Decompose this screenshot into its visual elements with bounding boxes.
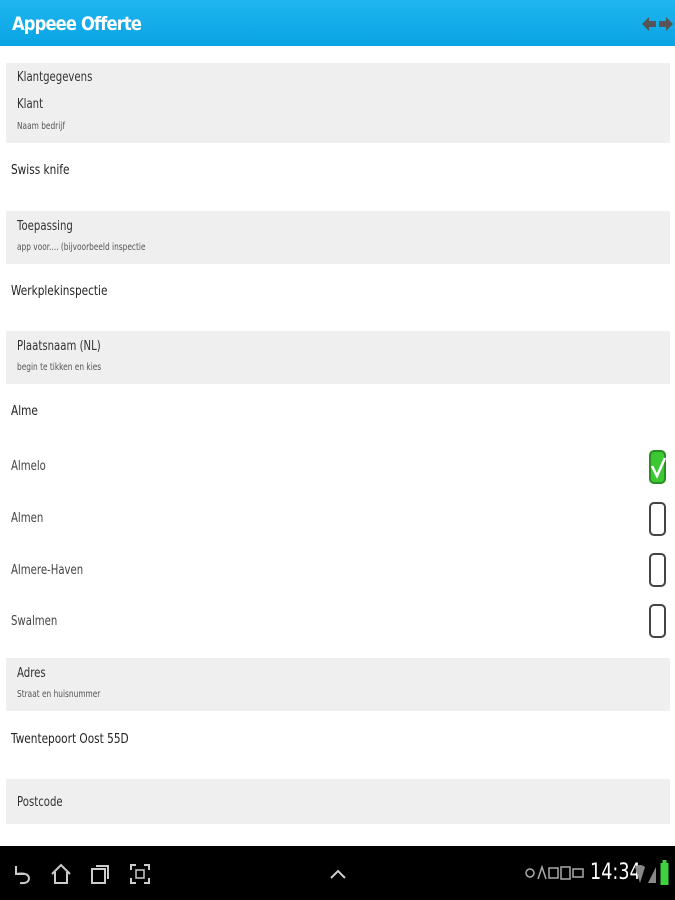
- form-content: Klantgegevens Klant Naam bedrijf Swiss k…: [0, 46, 675, 846]
- plaatsnaam-field[interactable]: Alme: [11, 403, 38, 419]
- toepassing-hint: app voor.... (bijvoorbeeld inspectie: [17, 242, 146, 253]
- wifi-icon: [635, 865, 645, 883]
- option-checkbox[interactable]: [649, 450, 667, 484]
- klant-hint: Naam bedrijf: [17, 121, 65, 132]
- postcode-label: Postcode: [17, 795, 63, 810]
- adres-hint: Straat en huisnummer: [17, 689, 101, 700]
- adres-field[interactable]: Twentepoort Oost 55D: [11, 731, 129, 747]
- screenshot-icon[interactable]: [128, 862, 152, 886]
- signal-icon: [648, 867, 656, 883]
- option-label: Almelo: [11, 459, 46, 474]
- postcode-header: Postcode: [6, 779, 670, 824]
- klant-header: Klantgegevens Klant Naam bedrijf: [6, 63, 670, 143]
- plaatsnaam-header: Plaatsnaam (NL) begin te tikken en kies: [6, 331, 670, 384]
- toepassing-header: Toepassing app voor.... (bijvoorbeeld in…: [6, 211, 670, 264]
- option-label: Almen: [11, 511, 44, 526]
- option-label: Swalmen: [11, 614, 58, 629]
- section-title: Klantgegevens: [17, 70, 93, 85]
- option-label: Almere-Haven: [11, 563, 84, 578]
- app-title: Appeee Offerte: [12, 13, 142, 35]
- notification-icons: [525, 864, 584, 880]
- plaatsnaam-hint: begin te tikken en kies: [17, 362, 102, 373]
- klant-label: Klant: [17, 97, 44, 112]
- option-checkbox[interactable]: [649, 604, 666, 638]
- action-bar: Appeee Offerte: [0, 0, 675, 46]
- battery-icon: [660, 860, 669, 885]
- recent-apps-icon[interactable]: [88, 862, 112, 886]
- toepassing-label: Toepassing: [17, 219, 73, 234]
- plaatsnaam-label: Plaatsnaam (NL): [17, 339, 101, 354]
- checkmark-icon: [650, 457, 667, 479]
- chevron-up-icon[interactable]: [326, 862, 350, 886]
- arrow-right-icon[interactable]: [658, 15, 674, 33]
- system-bar: 14:34: [0, 846, 675, 900]
- adres-header: Adres Straat en huisnummer: [6, 658, 670, 711]
- home-icon[interactable]: [49, 862, 73, 886]
- arrow-left-icon[interactable]: [641, 15, 657, 33]
- adres-label: Adres: [17, 666, 46, 681]
- back-icon[interactable]: [10, 862, 34, 886]
- option-checkbox[interactable]: [649, 502, 666, 536]
- option-checkbox[interactable]: [649, 553, 666, 587]
- klant-field[interactable]: Swiss knife: [11, 162, 69, 178]
- toepassing-field[interactable]: Werkplekinspectie: [11, 283, 107, 299]
